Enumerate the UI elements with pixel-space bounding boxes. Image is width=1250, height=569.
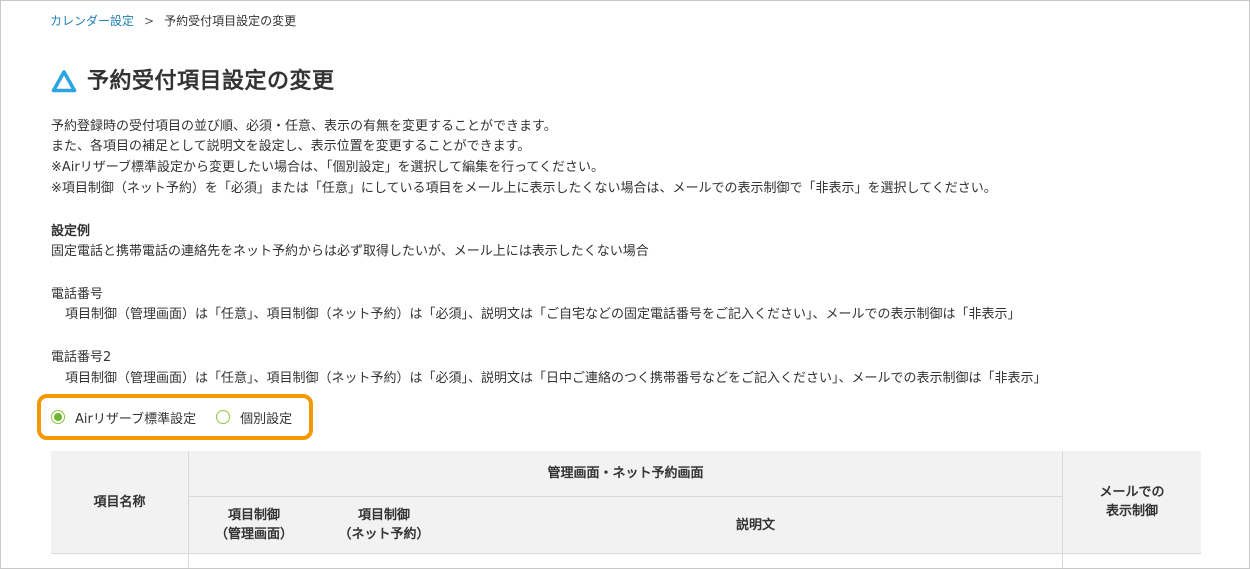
example-phone1-detail: 項目制御（管理画面）は「任意」、項目制御（ネット予約）は「必須」、説明文は「ご自… [65, 307, 1021, 322]
breadcrumb-calendar-settings-link[interactable]: カレンダー設定 [50, 13, 134, 29]
example-phone2-detail: 項目制御（管理画面）は「任意」、項目制御（ネット予約）は「必須」、説明文は「日中… [65, 371, 1047, 386]
table-body-top [51, 554, 1201, 568]
radio-individual-settings-label: 個別設定 [240, 411, 293, 427]
page-frame: カレンダー設定 > 予約受付項目設定の変更 予約受付項目設定の変更 予約登録時の… [0, 0, 1250, 569]
radio-standard-settings-label: Airリザーブ標準設定 [75, 411, 197, 427]
col-control-admin-line2: （管理画面） [214, 527, 293, 542]
col-mail-line2: 表示制御 [1105, 504, 1158, 519]
example-intro: 固定電話と携帯電話の連絡先をネット予約からは必ず取得したいが、メール上には表示し… [51, 244, 649, 259]
description-line-3: ※Airリザーブ標準設定から変更したい場合は、「個別設定」を選択して編集を行って… [51, 160, 605, 175]
settings-mode-radio-group: Airリザーブ標準設定 個別設定 [37, 394, 313, 440]
col-control-admin-line1: 項目制御 [227, 508, 280, 523]
breadcrumb-current: 予約受付項目設定の変更 [164, 14, 297, 28]
page-header: 予約受付項目設定の変更 [51, 67, 335, 97]
table-divider [188, 554, 189, 568]
triangle-icon [51, 70, 77, 93]
col-control-net-line2: （ネット予約） [338, 527, 430, 542]
radio-individual-settings[interactable]: 個別設定 [216, 408, 292, 427]
col-mail-display-header: メールでの 表示制御 [1063, 451, 1201, 553]
description-line-1: 予約登録時の受付項目の並び順、必須・任意、表示の有無を変更することができます。 [51, 119, 557, 134]
col-group-header: 管理画面・ネット予約画面 [547, 466, 704, 481]
breadcrumb-separator: > [144, 14, 155, 28]
col-control-net-header: 項目制御 （ネット予約） [319, 497, 449, 553]
description-line-4: ※項目制御（ネット予約）を「必須」または「任意」にしている項目をメール上に表示し… [51, 181, 997, 196]
col-item-name-header: 項目名称 [93, 494, 146, 510]
col-control-admin-header: 項目制御 （管理画面） [189, 497, 319, 553]
radio-unchecked-icon[interactable] [216, 410, 231, 424]
example-phone1-label: 電話番号 [51, 287, 104, 302]
example-heading: 設定例 [51, 224, 91, 239]
radio-checked-icon[interactable] [51, 410, 65, 424]
items-table-header: 項目名称 管理画面・ネット予約画面 項目制御 （管理画面） 項目制御 （ネット予… [51, 451, 1201, 568]
table-divider [1062, 554, 1063, 568]
page-title: 予約受付項目設定の変更 [87, 69, 335, 94]
col-control-net-line1: 項目制御 [357, 508, 410, 523]
col-mail-line1: メールでの [1099, 485, 1165, 500]
example-phone2-label: 電話番号2 [51, 350, 112, 365]
description-line-2: また、各項目の補足として説明文を設定し、表示位置を変更することができます。 [51, 139, 531, 154]
col-description-header: 説明文 [735, 517, 775, 533]
radio-standard-settings[interactable]: Airリザーブ標準設定 [51, 408, 196, 427]
breadcrumb: カレンダー設定 > 予約受付項目設定の変更 [50, 13, 296, 29]
